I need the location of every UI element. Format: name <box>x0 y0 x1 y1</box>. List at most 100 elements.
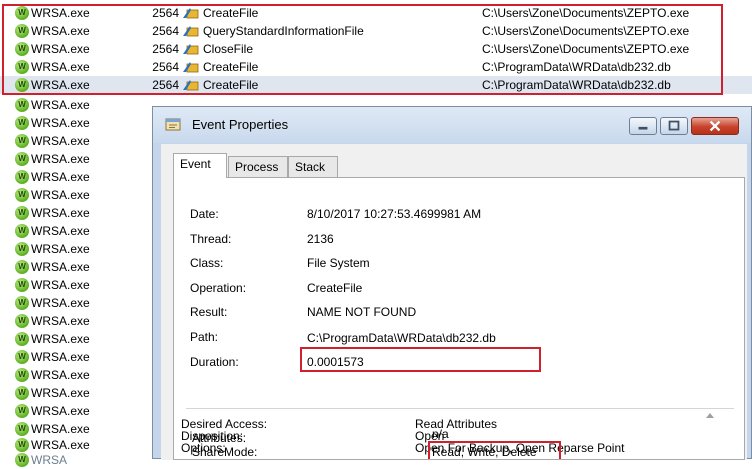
wrsa-process-icon: W <box>15 438 29 452</box>
wrsa-process-icon: W <box>15 368 29 382</box>
close-icon <box>709 120 721 132</box>
wrsa-process-icon: W <box>15 42 29 56</box>
minimize-icon <box>638 126 648 130</box>
operation-path: C:\Users\Zone\Documents\ZEPTO.exe <box>482 24 690 38</box>
operation-label: Operation: <box>190 281 247 295</box>
file-system-operation-icon <box>183 8 199 19</box>
operation-name: QueryStandardInformationFile <box>203 24 364 38</box>
duration-value: 0.0001573 <box>307 355 364 369</box>
path-value: C:\ProgramData\WRData\db232.db <box>307 331 496 345</box>
result-label: Result: <box>190 305 228 319</box>
operation-path: C:\Users\Zone\Documents\ZEPTO.exe <box>482 42 690 56</box>
operation-path: C:\ProgramData\WRData\db232.db <box>482 60 671 74</box>
process-name: WRSA.exe <box>31 78 90 92</box>
event-properties-icon <box>165 118 181 131</box>
wrsa-process-icon: W <box>15 98 29 112</box>
process-name: WRSA.exe <box>31 332 90 346</box>
process-name: WRSA.exe <box>31 206 90 220</box>
wrsa-process-icon: W <box>15 296 29 310</box>
table-row[interactable]: W WRSA.exe 2564 QueryStandardInformation… <box>0 22 752 40</box>
wrsa-process-icon: W <box>15 188 29 202</box>
process-name: WRSA.exe <box>31 224 90 238</box>
wrsa-process-icon: W <box>15 60 29 74</box>
wrsa-process-icon: W <box>15 453 29 467</box>
process-name: WRSA.exe <box>31 98 90 112</box>
wrsa-process-icon: W <box>15 170 29 184</box>
result-value: NAME NOT FOUND <box>307 305 417 319</box>
pid: 2564 <box>152 24 179 38</box>
pid: 2564 <box>152 60 179 74</box>
class-label: Class: <box>190 256 224 270</box>
detail-value: n/a <box>432 427 449 441</box>
file-system-operation-icon <box>183 80 199 91</box>
operation-name: CreateFile <box>203 60 259 74</box>
operation-name: CloseFile <box>203 42 254 56</box>
operation-path: C:\Users\Zone\Documents\ZEPTO.exe <box>482 6 690 20</box>
process-name: WRSA.exe <box>31 188 90 202</box>
thread-label: Thread: <box>190 232 232 246</box>
close-button[interactable] <box>691 117 739 135</box>
process-name: WRSA.exe <box>31 242 90 256</box>
tab-event[interactable]: Event <box>173 153 227 178</box>
process-name: WRSA.exe <box>31 6 90 20</box>
operation-name: CreateFile <box>203 6 259 20</box>
pid: 2564 <box>152 78 179 92</box>
maximize-button[interactable] <box>660 117 688 135</box>
wrsa-process-icon: W <box>15 332 29 346</box>
process-name: WRSA.exe <box>31 404 90 418</box>
file-system-operation-icon <box>183 44 199 55</box>
process-name: WRSA.exe <box>31 368 90 382</box>
wrsa-process-icon: W <box>15 422 29 436</box>
table-row[interactable]: W WRSA.exe 2564 CloseFile C:\Users\Zone\… <box>0 40 752 58</box>
wrsa-process-icon: W <box>15 314 29 328</box>
window-titlebar[interactable]: Event Properties <box>153 107 751 143</box>
operation-path: C:\ProgramData\WRData\db232.db <box>482 78 671 92</box>
process-name: WRSA.exe <box>31 278 90 292</box>
pid: 2564 <box>152 6 179 20</box>
window-client-area: Event Process Stack Date: 8/10/2017 10:2… <box>161 144 747 460</box>
table-row-selected[interactable]: W WRSA.exe 2564 CreateFile C:\ProgramDat… <box>0 76 752 94</box>
process-name: WRSA.exe <box>31 152 90 166</box>
wrsa-process-icon: W <box>15 386 29 400</box>
wrsa-process-icon: W <box>15 78 29 92</box>
date-value: 8/10/2017 10:27:53.4699981 AM <box>307 207 482 221</box>
wrsa-process-icon: W <box>15 404 29 418</box>
path-label: Path: <box>190 330 219 344</box>
process-name: WRSA.exe <box>31 60 90 74</box>
minimize-button[interactable] <box>629 117 657 135</box>
process-name: WRSA.exe <box>31 296 90 310</box>
wrsa-process-icon: W <box>15 134 29 148</box>
date-label: Date: <box>190 207 219 221</box>
wrsa-process-icon: W <box>15 24 29 38</box>
process-name: WRSA.exe <box>31 314 90 328</box>
wrsa-process-icon: W <box>15 260 29 274</box>
wrsa-process-icon: W <box>15 206 29 220</box>
wrsa-process-icon: W <box>15 116 29 130</box>
table-row[interactable]: W WRSA.exe 2564 CreateFile C:\Users\Zone… <box>0 4 752 22</box>
class-value: File System <box>307 256 370 270</box>
process-name: WRSA.exe <box>31 42 90 56</box>
wrsa-process-icon: W <box>15 278 29 292</box>
sharemode-highlight-box <box>428 441 561 459</box>
process-name: WRSA.exe <box>31 386 90 400</box>
wrsa-process-icon: W <box>15 152 29 166</box>
wrsa-process-icon: W <box>15 242 29 256</box>
scroll-up-icon[interactable] <box>704 410 716 422</box>
duration-label: Duration: <box>190 355 239 369</box>
operation-name: CreateFile <box>203 78 259 92</box>
tab-process[interactable]: Process <box>228 156 288 177</box>
wrsa-process-icon: W <box>15 224 29 238</box>
maximize-icon <box>668 120 680 131</box>
process-name: WRSA.exe <box>31 24 90 38</box>
process-name: WRSA.exe <box>31 134 90 148</box>
detail-label: Attributes: <box>192 431 247 445</box>
wrsa-process-icon: W <box>15 350 29 364</box>
event-properties-window: Event Properties Event Process Stack Dat… <box>152 106 752 460</box>
table-row[interactable]: W WRSA.exe 2564 CreateFile C:\ProgramDat… <box>0 58 752 76</box>
pid: 2564 <box>152 42 179 56</box>
tab-stack[interactable]: Stack <box>288 156 338 177</box>
operation-value: CreateFile <box>307 281 363 295</box>
wrsa-process-icon: W <box>15 6 29 20</box>
event-tab-panel: Date: 8/10/2017 10:27:53.4699981 AM Thre… <box>173 177 745 460</box>
file-system-operation-icon <box>183 62 199 73</box>
